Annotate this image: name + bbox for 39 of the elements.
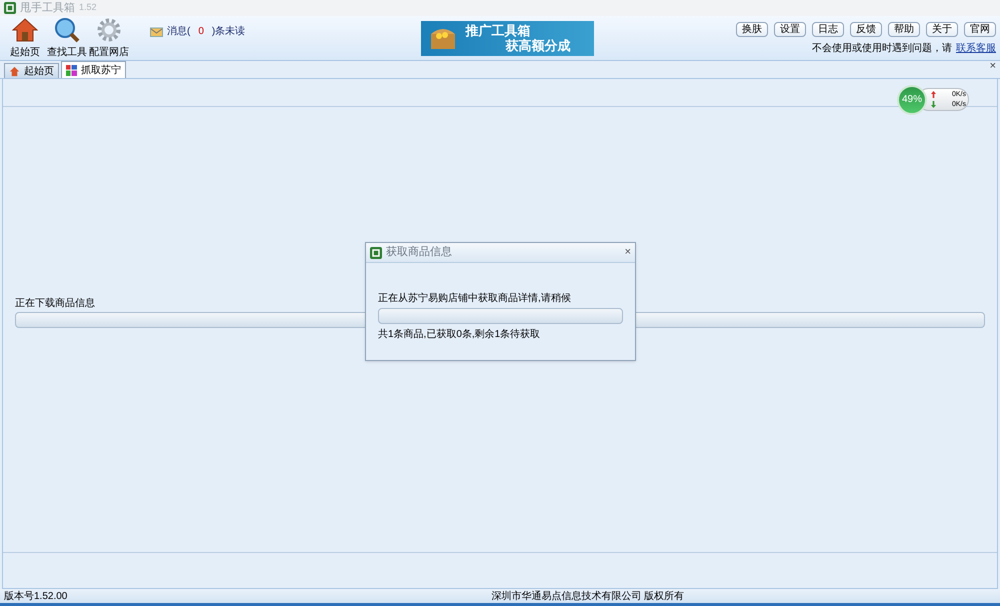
window-title: 甩手工具箱 (20, 0, 75, 16)
version-text: 版本号1.52.00 (4, 590, 68, 604)
house-icon (12, 16, 38, 42)
top-button[interactable]: 关于 (926, 22, 958, 37)
down-arrow-icon (931, 100, 936, 108)
close-button[interactable]: × (624, 247, 631, 258)
top-button[interactable]: 帮助 (888, 22, 920, 37)
top-button[interactable]: 官网 (964, 22, 996, 37)
app-logo-icon (4, 2, 16, 14)
gear-icon (96, 16, 122, 42)
download-label: 正在下载商品信息 (15, 296, 95, 310)
contact-link[interactable]: 联系客服 (956, 41, 996, 56)
tab[interactable]: 起始页 (4, 63, 59, 78)
house-icon (9, 66, 20, 76)
top-button[interactable]: 设置 (774, 22, 806, 37)
app-logo-icon (370, 246, 382, 258)
dialog-message: 正在从苏宁易购店铺中获取商品详情,请稍候 (378, 292, 571, 306)
toolbar-button[interactable]: 查找工具 (46, 16, 88, 60)
top-button[interactable]: 日志 (812, 22, 844, 37)
banner-text: 推广工具箱 (465, 23, 532, 38)
grid-icon (66, 64, 77, 76)
window-version: 1.52 (79, 1, 97, 14)
up-arrow-icon (931, 90, 936, 98)
promo-banner[interactable]: 推广工具箱 获高额分成 (421, 20, 594, 56)
copyright-text: 深圳市华通易点信息技术有限公司 版权所有 (491, 590, 684, 604)
close-tab-button[interactable]: × (990, 61, 996, 72)
envelope-icon (150, 26, 163, 37)
dialog-title: 获取商品信息 (386, 244, 452, 260)
toolbar-button[interactable]: 配置网店 (88, 16, 130, 60)
top-button[interactable]: 反馈 (850, 22, 882, 37)
banner-text: 获高额分成 (504, 38, 570, 53)
dialog-summary: 共1条商品,已获取0条,剩余1条待获取 (378, 328, 540, 342)
magnifier-icon (54, 16, 80, 42)
percent-gauge: 49% (897, 84, 927, 114)
top-button[interactable]: 换肤 (736, 22, 768, 37)
toolbar-button[interactable]: 起始页 (4, 16, 46, 60)
message-count-text[interactable]: 消息( 0 )条未读 (167, 24, 246, 39)
help-text: 不会使用或使用时遇到问题，请 (812, 42, 952, 56)
tab[interactable]: 抓取苏宁 (61, 61, 126, 78)
